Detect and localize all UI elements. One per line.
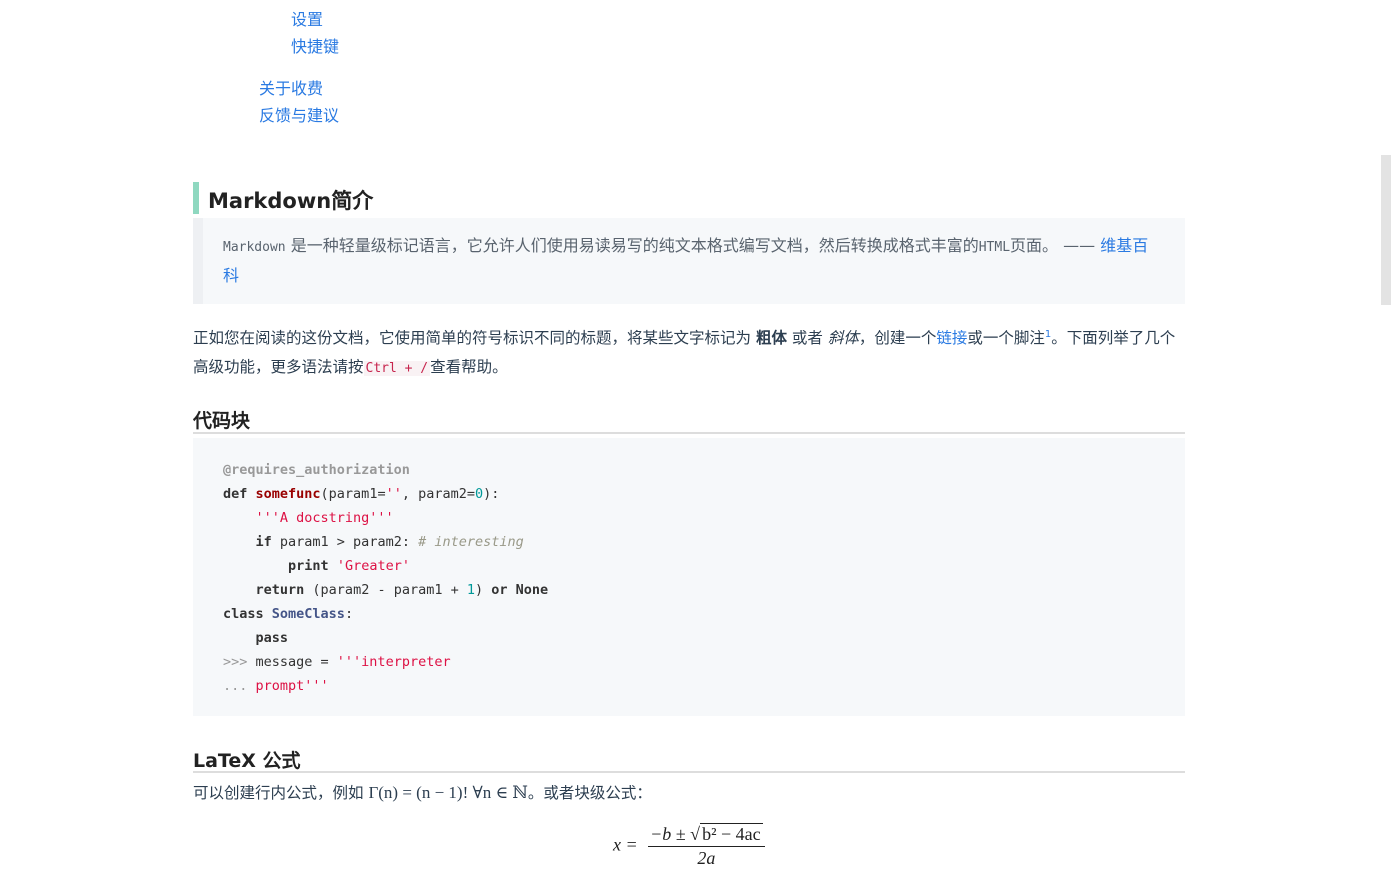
para-text: ，创建一个 [858, 329, 937, 348]
para-text: 正如您在阅读的这份文档，它使用简单的符号标识不同的标题，将某些文字标记为 [193, 329, 756, 348]
quote-word-html: HTML [978, 240, 1011, 255]
section-heading-markdown: Markdown简介 [193, 182, 1185, 214]
toc-item-pricing[interactable]: 关于收费 [259, 75, 323, 99]
formula-fraction: −b ± √ b² − 4ac 2a [648, 823, 765, 869]
heading-title: Markdown简介 [208, 189, 374, 213]
code-line: if param1 > param2: # interesting [255, 534, 524, 550]
formula-lhs: x = [613, 834, 643, 855]
example-link[interactable]: 链接 [936, 329, 967, 347]
inline-formula: Γ(n) = (n − 1)! ∀n ∈ ℕ [368, 783, 528, 802]
code-line: return (param2 - param1 + 1) or None [255, 582, 549, 598]
para-text: 或者 [786, 329, 828, 348]
code-line: >>> message = '''interpreter [223, 654, 451, 670]
bold-text: 粗体 [755, 329, 787, 348]
code-line: '''A docstring''' [255, 510, 394, 526]
heading-title: LaTeX 公式 [193, 750, 301, 772]
code-line: pass [255, 630, 289, 646]
quote-text-end: 页面。 —— [1010, 236, 1101, 255]
code-line: class SomeClass: [223, 606, 354, 622]
formula-denominator: 2a [697, 848, 716, 868]
section-heading-latex: LaTeX 公式 [193, 746, 1185, 773]
blockquote: Markdown 是一种轻量级标记语言，它允许人们使用易读易写的纯文本格式编写文… [193, 218, 1185, 304]
heading-title: 代码块 [193, 410, 251, 432]
italic-text: 斜体 [827, 329, 859, 348]
heading-accent-bar [193, 182, 199, 214]
code-line: print 'Greater' [288, 558, 410, 574]
code-line: @requires_authorization [223, 462, 410, 478]
para-text: 可以创建行内公式，例如 [193, 784, 369, 802]
para-text: 。或者块级公式： [527, 784, 652, 802]
formula-numerator: −b ± √ b² − 4ac [648, 823, 765, 847]
quote-word-markdown: Markdown [223, 240, 286, 255]
code-line: ... prompt''' [223, 678, 329, 694]
toc-item-feedback[interactable]: 反馈与建议 [259, 102, 339, 126]
latex-paragraph: 可以创建行内公式，例如 Γ(n) = (n − 1)! ∀n ∈ ℕ。或者块级公… [193, 780, 1185, 806]
para-text: 查看帮助。 [430, 358, 508, 377]
intro-paragraph: 正如您在阅读的这份文档，它使用简单的符号标识不同的标题，将某些文字标记为 粗体 … [193, 320, 1185, 383]
code-block[interactable]: @requires_authorization def somefunc(par… [193, 438, 1185, 716]
blockquote-text: Markdown 是一种轻量级标记语言，它允许人们使用易读易写的纯文本格式编写文… [223, 232, 1163, 290]
toc-item-shortcuts[interactable]: 快捷键 [291, 33, 339, 57]
section-heading-code: 代码块 [193, 406, 1185, 434]
para-text: 或一个脚注 [967, 329, 1045, 348]
vertical-scrollbar-thumb[interactable] [1381, 155, 1391, 305]
shortcut-code: Ctrl + / [363, 361, 431, 377]
block-formula: x = −b ± √ b² − 4ac 2a [613, 823, 765, 869]
formula-sqrt: b² − 4ac [700, 823, 763, 844]
code-line: def somefunc(param1='', param2=0): [223, 486, 500, 502]
quote-text: 是一种轻量级标记语言，它允许人们使用易读易写的纯文本格式编写文档，然后转换成格式… [285, 236, 979, 255]
toc-item-settings[interactable]: 设置 [291, 6, 323, 30]
